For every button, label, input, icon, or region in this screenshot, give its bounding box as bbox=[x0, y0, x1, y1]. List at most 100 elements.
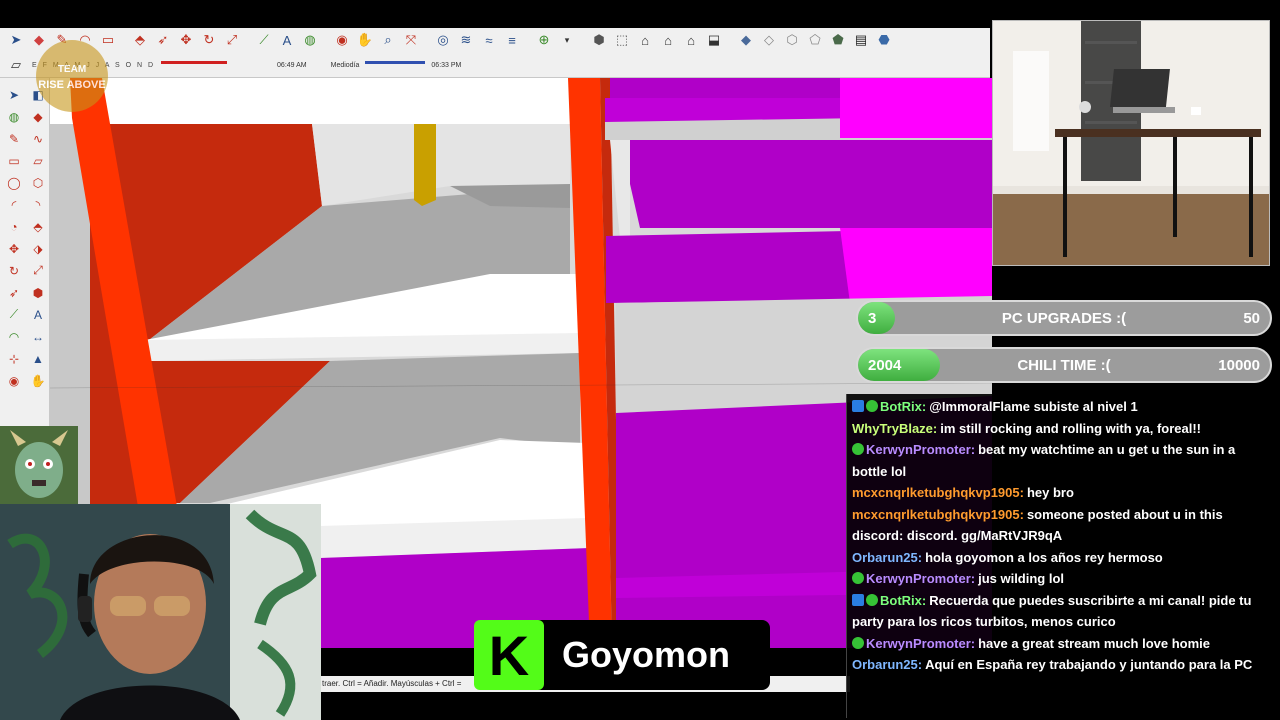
chat-username[interactable]: KerwynPromoter: bbox=[866, 636, 975, 651]
follow-me-icon[interactable]: ➶ bbox=[153, 30, 173, 50]
dimension-icon[interactable]: ↔ bbox=[27, 326, 49, 347]
chat-username[interactable]: mcxcnqrlketubghqkvp1905: bbox=[852, 507, 1024, 522]
chat-message: WhyTryBlaze: im still rocking and rolling… bbox=[852, 418, 1274, 440]
zoom-extents-icon[interactable]: ⤧ bbox=[401, 30, 421, 50]
tape-measure-icon[interactable]: ⟋ bbox=[3, 304, 25, 325]
chat-username[interactable]: WhyTryBlaze: bbox=[852, 421, 937, 436]
chat-username[interactable]: Orbarun25: bbox=[852, 550, 922, 565]
paint-icon[interactable]: ◍ bbox=[3, 106, 25, 127]
section-plane-icon[interactable]: ≡ bbox=[502, 30, 522, 50]
iso-view-icon[interactable]: ⬢ bbox=[589, 30, 609, 50]
goal-chili-time: 2004 CHILI TIME :( 10000 bbox=[856, 347, 1272, 383]
chat-panel: BotRix: @ImmoralFlame subiste al nivel 1W… bbox=[846, 394, 1278, 718]
pie-icon[interactable]: ◔ bbox=[3, 216, 25, 237]
time-start-label: 06:49 AM bbox=[277, 61, 307, 69]
left-view-icon[interactable]: ⬓ bbox=[704, 30, 724, 50]
chat-text: hola goyomon a los años rey hermoso bbox=[925, 549, 1163, 565]
goal-pc-upgrades: 3 PC UPGRADES :( 50 bbox=[856, 300, 1272, 336]
mascot-avatar bbox=[0, 426, 78, 504]
shaded-style-icon[interactable]: ⬠ bbox=[805, 30, 825, 50]
arc-icon[interactable]: ◜ bbox=[3, 194, 25, 215]
shadows-icon[interactable]: ≋ bbox=[456, 30, 476, 50]
push-pull-icon[interactable]: ⬘ bbox=[27, 216, 49, 237]
kick-logo-icon: K bbox=[474, 620, 544, 690]
select-icon[interactable]: ➤ bbox=[3, 84, 25, 105]
orbit-icon[interactable]: ◉ bbox=[332, 30, 352, 50]
circle-icon[interactable]: ◯ bbox=[3, 172, 25, 193]
chat-username[interactable]: Orbarun25: bbox=[852, 657, 922, 672]
tape-measure-icon[interactable]: ⟋ bbox=[254, 30, 274, 50]
pan-icon[interactable]: ✋ bbox=[355, 30, 375, 50]
scale-icon[interactable]: ⤢ bbox=[27, 260, 49, 281]
kick-name-banner: K Goyomon bbox=[474, 620, 770, 690]
geo-location-icon[interactable]: ◎ bbox=[433, 30, 453, 50]
back-edges-style-icon[interactable]: ⬣ bbox=[874, 30, 894, 50]
freehand-icon[interactable]: ∿ bbox=[27, 128, 49, 149]
walk-icon[interactable]: ✋ bbox=[27, 370, 49, 391]
goal-target: 10000 bbox=[1218, 356, 1260, 374]
offset-icon[interactable]: ⬗ bbox=[27, 238, 49, 259]
back-view-icon[interactable]: ⌂ bbox=[681, 30, 701, 50]
top-white-panel bbox=[50, 78, 570, 124]
svg-text:TEAM: TEAM bbox=[58, 64, 86, 75]
reference-desk-image bbox=[992, 20, 1270, 266]
text-icon[interactable]: A bbox=[27, 304, 49, 325]
zoom-icon[interactable]: ⌕ bbox=[378, 30, 398, 50]
chat-username[interactable]: KerwynPromoter: bbox=[866, 571, 975, 586]
pencil-icon[interactable]: ✎ bbox=[3, 128, 25, 149]
chat-username[interactable]: BotRix: bbox=[880, 593, 926, 608]
text-tool-icon[interactable]: A bbox=[277, 30, 297, 50]
rotate-tool-icon[interactable]: ↻ bbox=[199, 30, 219, 50]
chat-username[interactable]: BotRix: bbox=[880, 399, 926, 414]
toolbar-separator bbox=[245, 30, 251, 50]
scale-tool-icon[interactable]: ⤢ bbox=[222, 30, 242, 50]
desk-top bbox=[1055, 129, 1261, 137]
bot-badge-icon bbox=[852, 593, 864, 606]
chat-message: Orbarun25: Aquí en España rey trabajando … bbox=[852, 654, 1274, 676]
3d-text-icon[interactable]: ▲ bbox=[27, 348, 49, 369]
right-view-icon[interactable]: ⌂ bbox=[658, 30, 678, 50]
webcam-feed bbox=[0, 504, 321, 720]
paint-bucket-icon[interactable]: ◍ bbox=[300, 30, 320, 50]
subscriber-badge-icon bbox=[866, 400, 878, 412]
time-slider[interactable] bbox=[365, 61, 426, 69]
axes-icon[interactable]: ⊹ bbox=[3, 348, 25, 369]
subscriber-badge-icon bbox=[852, 572, 864, 584]
date-slider[interactable] bbox=[161, 61, 271, 69]
move-tool-icon[interactable]: ✥ bbox=[176, 30, 196, 50]
outer-shell-icon[interactable]: ⬢ bbox=[27, 282, 49, 303]
hidden-line-style-icon[interactable]: ⬡ bbox=[782, 30, 802, 50]
chat-message: mcxcnqrlketubghqkvp1905: hey bro bbox=[852, 482, 1274, 504]
protractor-icon[interactable]: ◠ bbox=[3, 326, 25, 347]
rectangle-icon[interactable]: ▭ bbox=[3, 150, 25, 171]
push-pull-icon[interactable]: ⬘ bbox=[130, 30, 150, 50]
fog-icon[interactable]: ≈ bbox=[479, 30, 499, 50]
gold-pillar bbox=[414, 124, 436, 206]
svg-text:RISE ABOVE: RISE ABOVE bbox=[38, 79, 105, 91]
select-tool-icon[interactable]: ➤ bbox=[6, 30, 26, 50]
xray-style-icon[interactable]: ◆ bbox=[736, 30, 756, 50]
toolbar-separator bbox=[727, 30, 733, 50]
laptop-base bbox=[1113, 107, 1175, 113]
two-point-arc-icon[interactable]: ◝ bbox=[27, 194, 49, 215]
chat-text: im still rocking and rolling with ya, fo… bbox=[940, 420, 1202, 436]
rotate-icon[interactable]: ↻ bbox=[3, 260, 25, 281]
user-account-icon[interactable]: ⊕ bbox=[534, 30, 554, 50]
chat-username[interactable]: KerwynPromoter: bbox=[866, 442, 975, 457]
eraser-tool-icon[interactable]: ▱ bbox=[6, 55, 26, 75]
laptop-screen bbox=[1109, 69, 1170, 107]
monochrome-style-icon[interactable]: ▤ bbox=[851, 30, 871, 50]
follow-me-icon[interactable]: ➶ bbox=[3, 282, 25, 303]
chat-message: Orbarun25: hola goyomon a los años rey he… bbox=[852, 547, 1274, 569]
dropdown-arrow-icon[interactable]: ▾ bbox=[557, 30, 577, 50]
move-icon[interactable]: ✥ bbox=[3, 238, 25, 259]
shaded-textures-style-icon[interactable]: ⬟ bbox=[828, 30, 848, 50]
polygon-icon[interactable]: ⬡ bbox=[27, 172, 49, 193]
front-view-icon[interactable]: ⌂ bbox=[635, 30, 655, 50]
tool-palette: ➤ ◧ ◍ ◆ ✎ ∿ ▭ ▱ ◯ ⬡ ◜ ◝ ◔ ⬘ ✥ ⬗ ↻ ⤢ ➶ ⬢ … bbox=[0, 78, 50, 426]
rotated-rectangle-icon[interactable]: ▱ bbox=[27, 150, 49, 171]
chat-username[interactable]: mcxcnqrlketubghqkvp1905: bbox=[852, 485, 1024, 500]
orbit-icon[interactable]: ◉ bbox=[3, 370, 25, 391]
wireframe-style-icon[interactable]: ◇ bbox=[759, 30, 779, 50]
top-view-icon[interactable]: ⬚ bbox=[612, 30, 632, 50]
